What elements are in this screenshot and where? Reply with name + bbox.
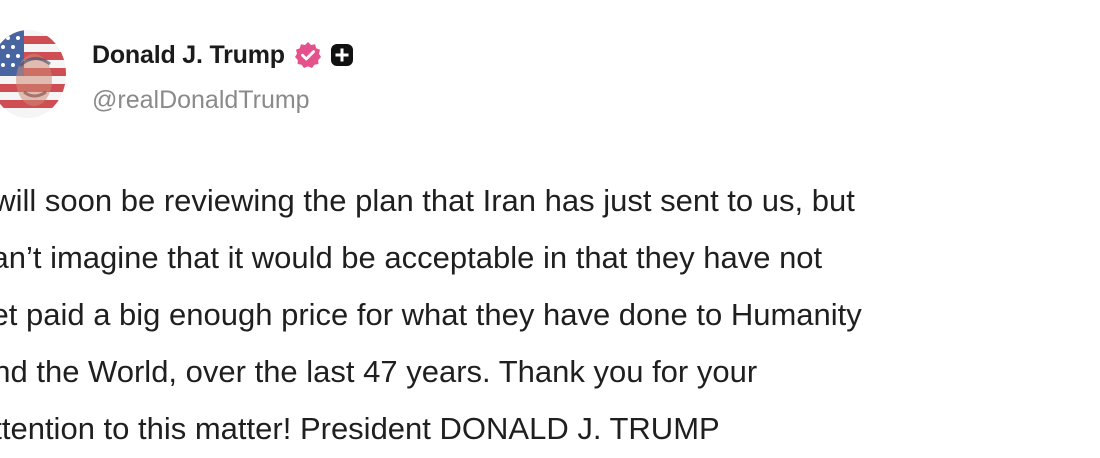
author-display-name[interactable]: Donald J. Trump xyxy=(92,41,285,70)
post-text-line: I will soon be reviewing the plan that I… xyxy=(0,183,855,218)
author-name-row: Donald J. Trump xyxy=(92,38,354,72)
post-body: I will soon be reviewing the plan that I… xyxy=(0,172,1100,457)
post-text-line: yet paid a big enough price for what the… xyxy=(0,297,862,332)
post-text-line: attention to this matter! President DONA… xyxy=(0,411,720,446)
avatar-flag-portrait-icon xyxy=(0,30,66,118)
post-text-line: and the World, over the last 47 years. T… xyxy=(0,354,758,389)
post-header: Donald J. Trump @realDonaldTrump xyxy=(92,38,354,115)
author-handle[interactable]: @realDonaldTrump xyxy=(92,86,354,115)
avatar[interactable] xyxy=(0,30,66,118)
post-text-line: can’t imagine that it would be acceptabl… xyxy=(0,240,823,275)
social-post: Donald J. Trump @realDonaldTrump I will … xyxy=(0,0,1100,458)
plus-badge-icon xyxy=(330,43,354,67)
verified-badge-icon xyxy=(294,41,322,69)
